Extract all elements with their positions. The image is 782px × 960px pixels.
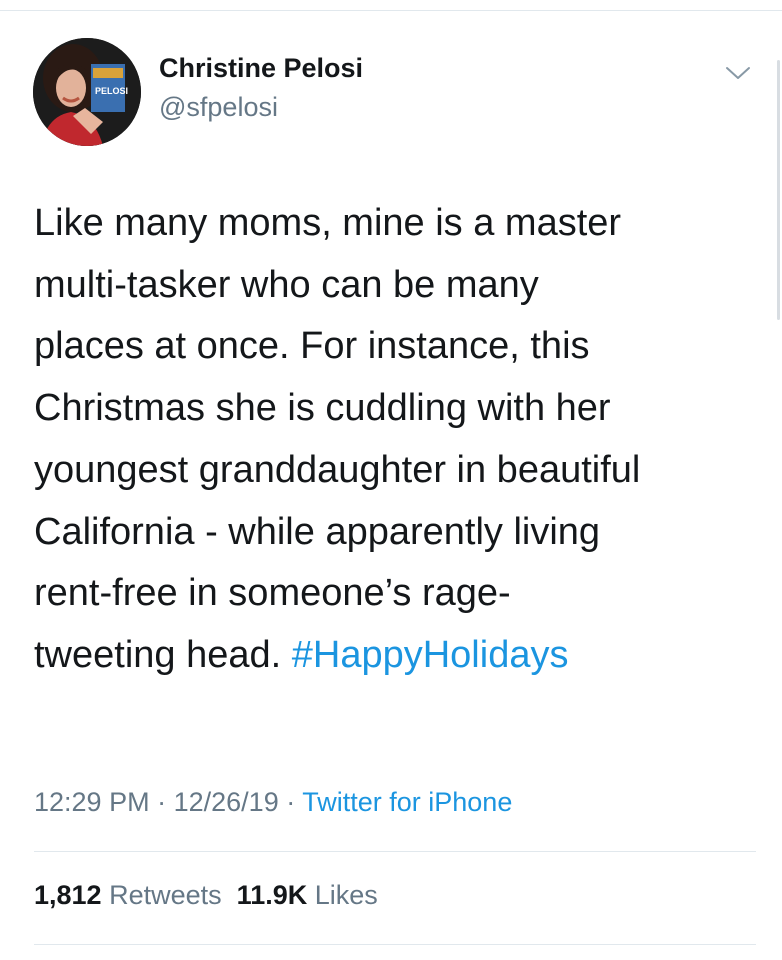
hashtag-link[interactable]: #HappyHolidays bbox=[292, 634, 569, 676]
tweet-text-line: places at once. For instance, this bbox=[34, 325, 590, 368]
meta-separator: · bbox=[286, 787, 296, 817]
tweet-text-line: California - while apparently living bbox=[34, 510, 601, 553]
scrollbar[interactable] bbox=[777, 60, 780, 320]
stats-divider bbox=[34, 851, 756, 852]
likes-stat[interactable]: 11.9K Likes bbox=[237, 880, 378, 910]
retweets-stat[interactable]: 1,812 Retweets bbox=[34, 880, 222, 910]
top-divider bbox=[0, 10, 782, 11]
tweet-meta: 12:29 PM · 12/26/19 · Twitter for iPhone bbox=[34, 787, 512, 818]
bottom-divider bbox=[34, 944, 756, 945]
tweet-time[interactable]: 12:29 PM bbox=[34, 787, 150, 817]
likes-label: Likes bbox=[314, 880, 378, 910]
tweet-text-line: Like many moms, mine is a master bbox=[34, 202, 622, 244]
avatar[interactable]: PELOSI bbox=[33, 38, 141, 146]
tweet-text-line: youngest granddaughter in beautiful bbox=[34, 448, 641, 491]
tweet-text-line: multi-tasker who can be many bbox=[34, 263, 539, 306]
likes-count: 11.9K bbox=[236, 880, 308, 910]
retweets-label: Retweets bbox=[109, 880, 222, 910]
tweet-date[interactable]: 12/26/19 bbox=[174, 787, 279, 817]
handle[interactable]: @sfpelosi bbox=[159, 92, 278, 123]
tweet-stats: 1,812 Retweets 11.9K Likes bbox=[34, 880, 378, 911]
tweet-text: Like many moms, mine is a master multi-t… bbox=[34, 193, 754, 687]
tweet-text-line: tweeting head. bbox=[34, 633, 292, 676]
tweet-text-last-line: tweeting head. #HappyHolidays bbox=[34, 625, 754, 687]
retweets-count: 1,812 bbox=[34, 880, 102, 910]
display-name[interactable]: Christine Pelosi bbox=[159, 53, 363, 84]
tweet-text-line: Christmas she is cuddling with her bbox=[34, 387, 611, 430]
avatar-image: PELOSI bbox=[33, 38, 141, 146]
meta-separator: · bbox=[157, 787, 167, 817]
avatar-book-text: PELOSI bbox=[95, 86, 128, 96]
chevron-down-icon[interactable] bbox=[724, 63, 752, 83]
tweet-source-link[interactable]: Twitter for iPhone bbox=[302, 787, 512, 817]
tweet-text-line: rent-free in someone’s rage- bbox=[34, 572, 511, 615]
